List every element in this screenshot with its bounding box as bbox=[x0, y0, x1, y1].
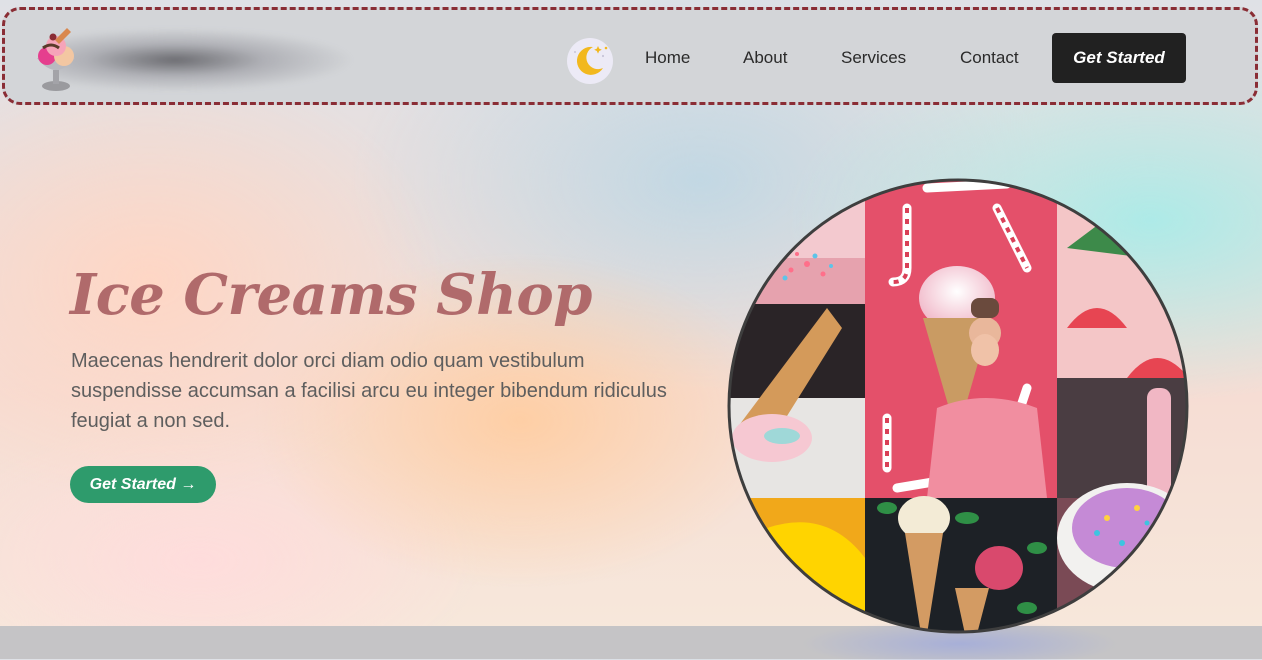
hero-title: Ice Creams Shop bbox=[70, 262, 592, 328]
nav-get-started-button[interactable]: Get Started bbox=[1052, 33, 1186, 83]
nav-link-contact[interactable]: Contact bbox=[960, 48, 1019, 68]
moon-stars-icon bbox=[574, 46, 608, 75]
hero-description: Maecenas hendrerit dolor orci diam odio … bbox=[71, 350, 667, 432]
top-navbar: Home About Services Contact Get Started bbox=[2, 7, 1258, 105]
nav-link-services[interactable]: Services bbox=[841, 48, 906, 68]
nav-link-about[interactable]: About bbox=[743, 48, 787, 68]
nav-blur-overlay bbox=[55, 28, 355, 92]
ice-cream-sundae-icon[interactable] bbox=[31, 26, 81, 94]
hero-get-started-button[interactable]: Get Started → bbox=[70, 466, 216, 503]
theme-toggle-button[interactable] bbox=[567, 38, 613, 84]
nav-link-home[interactable]: Home bbox=[645, 48, 690, 68]
hero-image-collage bbox=[727, 178, 1189, 634]
